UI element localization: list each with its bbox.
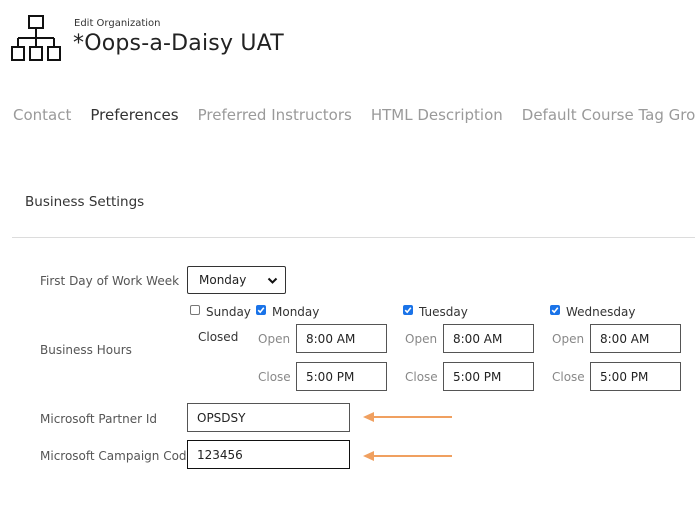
checkmark-icon [551,307,559,314]
wednesday-label: Wednesday [566,305,636,319]
org-chart-icon [10,14,62,64]
monday-open-input[interactable]: 8:00 AM [296,324,387,353]
monday-close-input[interactable]: 5:00 PM [296,362,387,391]
business-hours-label: Business Hours [40,343,132,357]
sunday-label: Sunday [206,305,251,319]
wednesday-open-label: Open [552,332,585,346]
partner-id-label: Microsoft Partner Id [40,412,158,426]
wednesday-close-input[interactable]: 5:00 PM [590,362,681,391]
monday-checkbox[interactable] [256,305,266,315]
campaign-code-input[interactable]: 123456 [187,440,350,469]
wednesday-close-label: Close [552,370,585,384]
first-day-label: First Day of Work Week [40,274,180,288]
tuesday-close-input[interactable]: 5:00 PM [443,362,534,391]
tab-html-description[interactable]: HTML Description [371,106,503,124]
tuesday-label: Tuesday [419,305,468,319]
wednesday-open-input[interactable]: 8:00 AM [590,324,681,353]
tuesday-checkbox[interactable] [403,305,413,315]
tab-default-course-tag-groups[interactable]: Default Course Tag Groups [522,106,695,124]
first-day-value: Monday [199,273,247,287]
monday-label: Monday [272,305,320,319]
page-title: *Oops-a-Daisy UAT [73,31,284,56]
tuesday-open-label: Open [405,332,438,346]
checkmark-icon [257,307,265,314]
monday-open-label: Open [258,332,291,346]
page-subtitle: Edit Organization [74,18,161,29]
partner-id-input[interactable]: OPSDSY [187,403,350,432]
sunday-checkbox[interactable] [190,305,200,315]
chevron-down-icon [267,277,278,284]
wednesday-checkbox[interactable] [550,305,560,315]
divider [12,237,695,238]
campaign-code-label: Microsoft Campaign Code [40,449,194,463]
monday-close-label: Close [258,370,291,384]
sunday-closed-label: Closed [198,330,239,344]
section-title: Business Settings [25,194,145,210]
tab-preferred-instructors[interactable]: Preferred Instructors [198,106,352,124]
tab-bar: Contact Preferences Preferred Instructor… [13,106,695,124]
tab-preferences[interactable]: Preferences [90,106,178,124]
first-day-select[interactable]: Monday [187,266,286,294]
tuesday-open-input[interactable]: 8:00 AM [443,324,534,353]
annotation-arrow-icon [363,451,452,461]
tab-contact[interactable]: Contact [13,106,71,124]
annotation-arrow-icon [363,412,452,422]
checkmark-icon [404,307,412,314]
tuesday-close-label: Close [405,370,438,384]
